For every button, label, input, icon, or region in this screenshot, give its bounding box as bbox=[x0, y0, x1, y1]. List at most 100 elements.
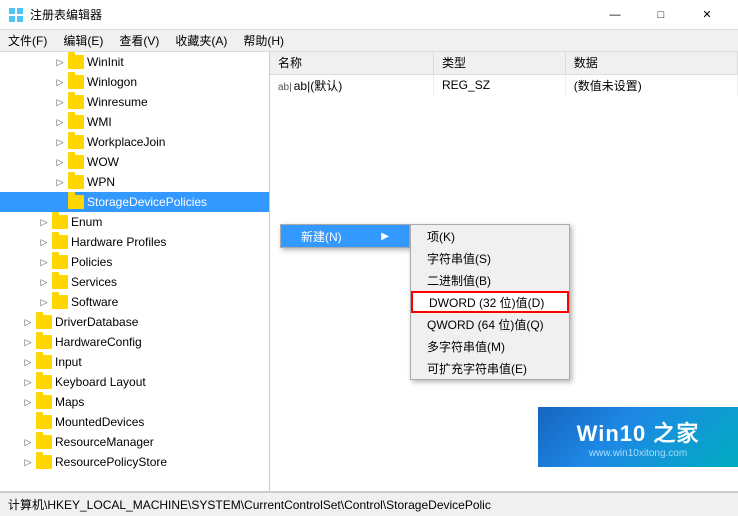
tree-label: StorageDevicePolicies bbox=[87, 195, 207, 209]
tree-item-driverdatabase[interactable]: ▷ DriverDatabase bbox=[0, 312, 269, 332]
tree-label: ResourceManager bbox=[55, 435, 154, 449]
folder-icon bbox=[52, 255, 68, 269]
folder-icon bbox=[36, 435, 52, 449]
close-button[interactable]: ✕ bbox=[684, 0, 730, 30]
tree-label: WorkplaceJoin bbox=[87, 135, 165, 149]
expand-icon: ▷ bbox=[36, 254, 52, 270]
tree-item-resourcepolicystore[interactable]: ▷ ResourcePolicyStore bbox=[0, 452, 269, 472]
folder-icon bbox=[68, 55, 84, 69]
tree-item-winlogon[interactable]: ▷ Winlogon bbox=[0, 72, 269, 92]
watermark-subtitle: www.win10xitong.com bbox=[589, 448, 687, 459]
expand-icon: ▷ bbox=[52, 154, 68, 170]
folder-icon bbox=[52, 235, 68, 249]
submenu-item-key[interactable]: 项(K) bbox=[411, 225, 569, 247]
tree-scroll[interactable]: ▷ WinInit ▷ Winlogon ▷ Winresume ▷ WMI bbox=[0, 52, 269, 491]
tree-item-wpn[interactable]: ▷ WPN bbox=[0, 172, 269, 192]
submenu-label: 多字符串值(M) bbox=[427, 338, 505, 355]
menu-help[interactable]: 帮助(H) bbox=[235, 30, 292, 51]
submenu-item-expandstring[interactable]: 可扩充字符串值(E) bbox=[411, 357, 569, 379]
expand-icon: ▷ bbox=[36, 294, 52, 310]
status-bar: 计算机\HKEY_LOCAL_MACHINE\SYSTEM\CurrentCon… bbox=[0, 492, 738, 516]
menu-file[interactable]: 文件(F) bbox=[0, 30, 55, 51]
tree-item-policies[interactable]: ▷ Policies bbox=[0, 252, 269, 272]
tree-label: Winresume bbox=[87, 95, 148, 109]
tree-item-wow[interactable]: ▷ WOW bbox=[0, 152, 269, 172]
folder-icon bbox=[68, 115, 84, 129]
menu-edit[interactable]: 编辑(E) bbox=[55, 30, 111, 51]
expand-icon: ▷ bbox=[20, 454, 36, 470]
tree-item-keyboard-layout[interactable]: ▷ Keyboard Layout bbox=[0, 372, 269, 392]
title-bar: 注册表编辑器 — □ ✕ bbox=[0, 0, 738, 30]
folder-icon bbox=[36, 335, 52, 349]
tree-item-wininit[interactable]: ▷ WinInit bbox=[0, 52, 269, 72]
folder-icon bbox=[36, 315, 52, 329]
window-controls: — □ ✕ bbox=[592, 0, 730, 30]
folder-icon bbox=[52, 215, 68, 229]
tree-item-resourcemanager[interactable]: ▷ ResourceManager bbox=[0, 432, 269, 452]
submenu-label: 可扩充字符串值(E) bbox=[427, 360, 527, 377]
expand-icon: ▷ bbox=[20, 394, 36, 410]
tree-panel: ▷ WinInit ▷ Winlogon ▷ Winresume ▷ WMI bbox=[0, 52, 270, 491]
minimize-button[interactable]: — bbox=[592, 0, 638, 30]
menu-favorites[interactable]: 收藏夹(A) bbox=[167, 30, 235, 51]
expand-icon: ▷ bbox=[20, 434, 36, 450]
tree-label: WOW bbox=[87, 155, 119, 169]
tree-item-storagedevicepolicies[interactable]: StorageDevicePolicies bbox=[0, 192, 269, 212]
tree-item-software[interactable]: ▷ Software bbox=[0, 292, 269, 312]
menu-bar: 文件(F) 编辑(E) 查看(V) 收藏夹(A) 帮助(H) bbox=[0, 30, 738, 52]
tree-label: WMI bbox=[87, 115, 112, 129]
folder-icon bbox=[68, 95, 84, 109]
cell-type: REG_SZ bbox=[434, 74, 566, 96]
tree-item-maps[interactable]: ▷ Maps bbox=[0, 392, 269, 412]
expand-icon: ▷ bbox=[20, 354, 36, 370]
tree-label: WinInit bbox=[87, 55, 124, 69]
cell-name: ab|ab|(默认) bbox=[270, 74, 434, 96]
expand-icon: ▷ bbox=[52, 54, 68, 70]
submenu-item-string[interactable]: 字符串值(S) bbox=[411, 247, 569, 269]
tree-label: Services bbox=[71, 275, 117, 289]
tree-label: Policies bbox=[71, 255, 112, 269]
context-menu-new[interactable]: 新建(N) ▶ bbox=[281, 225, 409, 247]
submenu-item-qword[interactable]: QWORD (64 位)值(Q) bbox=[411, 313, 569, 335]
registry-table: 名称 类型 数据 ab|ab|(默认) REG_SZ (数值未设置) bbox=[270, 52, 738, 96]
tree-item-wmi[interactable]: ▷ WMI bbox=[0, 112, 269, 132]
maximize-button[interactable]: □ bbox=[638, 0, 684, 30]
expand-icon: ▷ bbox=[52, 114, 68, 130]
cell-value: (数值未设置) bbox=[565, 74, 737, 96]
folder-icon bbox=[36, 355, 52, 369]
tree-label: Hardware Profiles bbox=[71, 235, 166, 249]
tree-item-winresume[interactable]: ▷ Winresume bbox=[0, 92, 269, 112]
tree-item-hardware-profiles[interactable]: ▷ Hardware Profiles bbox=[0, 232, 269, 252]
expand-icon: ▷ bbox=[36, 274, 52, 290]
menu-view[interactable]: 查看(V) bbox=[111, 30, 167, 51]
col-name: 名称 bbox=[270, 52, 434, 74]
folder-icon bbox=[36, 415, 52, 429]
tree-label: ResourcePolicyStore bbox=[55, 455, 167, 469]
tree-label: Input bbox=[55, 355, 82, 369]
tree-item-hardwareconfig[interactable]: ▷ HardwareConfig bbox=[0, 332, 269, 352]
submenu-arrow-icon: ▶ bbox=[381, 231, 389, 242]
folder-icon bbox=[52, 275, 68, 289]
tree-label: Software bbox=[71, 295, 118, 309]
submenu: 项(K) 字符串值(S) 二进制值(B) DWORD (32 位)值(D) QW… bbox=[410, 224, 570, 380]
table-row[interactable]: ab|ab|(默认) REG_SZ (数值未设置) bbox=[270, 74, 738, 96]
tree-item-enum[interactable]: ▷ Enum bbox=[0, 212, 269, 232]
expand-icon: ▷ bbox=[52, 134, 68, 150]
tree-label: Enum bbox=[71, 215, 102, 229]
tree-item-input[interactable]: ▷ Input bbox=[0, 352, 269, 372]
watermark: Win10 之家 www.win10xitong.com bbox=[538, 407, 738, 467]
submenu-item-dword[interactable]: DWORD (32 位)值(D) bbox=[411, 291, 569, 313]
submenu-item-binary[interactable]: 二进制值(B) bbox=[411, 269, 569, 291]
status-path: 计算机\HKEY_LOCAL_MACHINE\SYSTEM\CurrentCon… bbox=[8, 496, 491, 513]
submenu-item-multistring[interactable]: 多字符串值(M) bbox=[411, 335, 569, 357]
watermark-title: Win10 之家 bbox=[577, 416, 700, 448]
submenu-label: 项(K) bbox=[427, 228, 455, 245]
folder-icon bbox=[36, 395, 52, 409]
tree-item-workplacejoin[interactable]: ▷ WorkplaceJoin bbox=[0, 132, 269, 152]
new-label: 新建(N) bbox=[301, 228, 342, 245]
folder-icon bbox=[68, 195, 84, 209]
tree-label: HardwareConfig bbox=[55, 335, 142, 349]
tree-item-mounteddevices[interactable]: MountedDevices bbox=[0, 412, 269, 432]
folder-icon bbox=[36, 375, 52, 389]
tree-item-services[interactable]: ▷ Services bbox=[0, 272, 269, 292]
